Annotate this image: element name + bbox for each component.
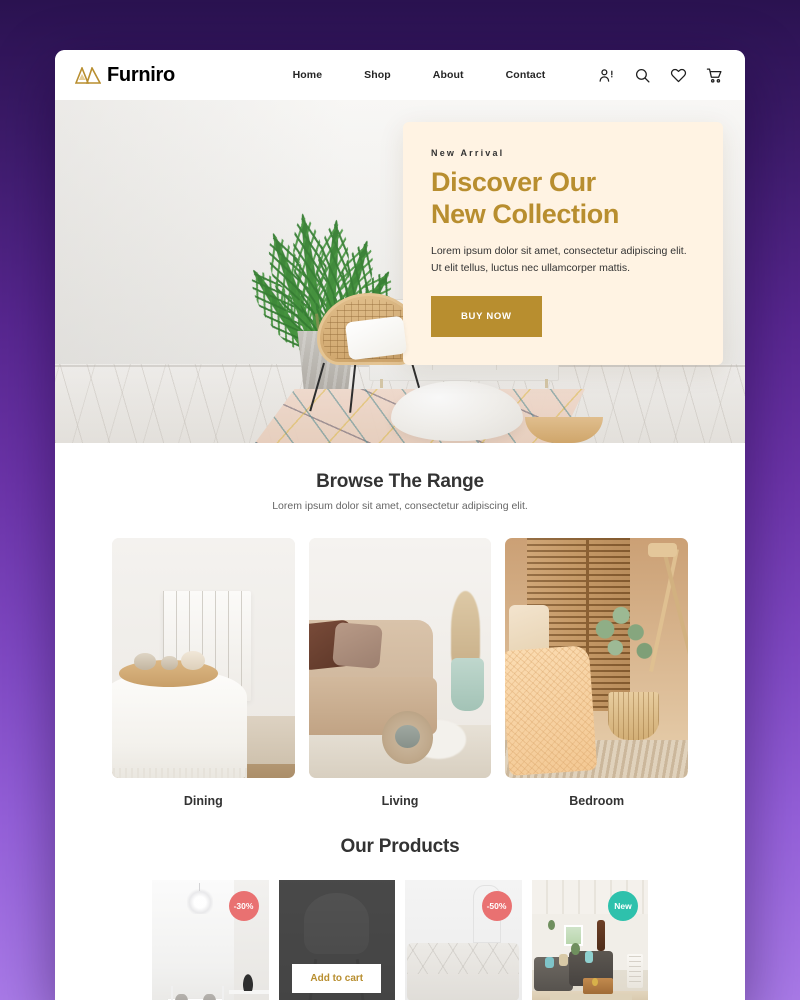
search-icon[interactable] [634,67,651,84]
category-image-living [308,538,492,778]
hero-section: New Arrival Discover Our New Collection … [55,100,745,443]
category-image-dining [112,538,295,778]
browser-page-frame: Furniro Home Shop About Contact New Arri… [55,50,745,1000]
category-card-bedroom[interactable]: Bedroom [505,538,689,808]
account-icon[interactable] [598,67,615,84]
hero-title-line1: Discover Our [431,167,596,197]
category-label-living: Living [381,794,419,808]
main-navigation: Home Shop About Contact [275,69,563,81]
category-card-living[interactable]: Living [308,538,492,808]
hero-title-line2: New Collection [431,198,619,229]
hero-title: Discover Our New Collection [431,167,695,231]
product-badge-discount: -30% [228,891,259,921]
site-header: Furniro Home Shop About Contact [55,50,745,100]
category-row: Dining Living Bedroom [55,512,745,808]
hero-eyebrow: New Arrival [431,148,505,158]
buy-now-button[interactable]: BUY NOW [431,295,542,337]
product-hover-overlay: Add to cart Share [278,880,395,1000]
our-products-section: Our Products -30% Add to cart -50% New [55,808,745,1000]
product-badge-new: New [608,891,638,921]
add-to-cart-button[interactable]: Add to cart [292,964,382,993]
browse-range-section: Browse The Range Lorem ipsum dolor sit a… [55,443,745,808]
browse-range-title: Browse The Range [316,471,484,492]
product-row: -30% Add to cart -50% New [55,858,745,1000]
hero-promo-card: New Arrival Discover Our New Collection … [403,122,723,365]
product-badge-discount: -50% [481,891,512,921]
cart-icon[interactable] [706,67,723,84]
product-card[interactable]: -30% [152,880,269,1000]
brand-name: Furniro [107,63,175,86]
heart-icon[interactable] [670,67,687,84]
category-image-bedroom [505,538,689,778]
nav-link-home[interactable]: Home [293,69,323,81]
mountain-logo-icon [75,66,101,84]
brand-logo[interactable]: Furniro [75,64,285,87]
category-label-bedroom: Bedroom [569,794,625,808]
product-card[interactable]: -50% [405,880,522,1000]
header-actions [563,67,723,84]
nav-link-contact[interactable]: Contact [506,69,546,81]
nav-link-shop[interactable]: Shop [364,69,391,81]
nav-link-about[interactable]: About [433,69,464,81]
category-card-dining[interactable]: Dining [112,538,295,808]
hero-description: Lorem ipsum dolor sit amet, consectetur … [431,244,687,274]
browse-range-subtitle: Lorem ipsum dolor sit amet, consectetur … [272,500,528,512]
product-card[interactable]: New [531,880,648,1000]
category-label-dining: Dining [183,794,223,808]
our-products-title: Our Products [340,836,460,857]
product-card[interactable]: Add to cart Share [278,880,395,1000]
